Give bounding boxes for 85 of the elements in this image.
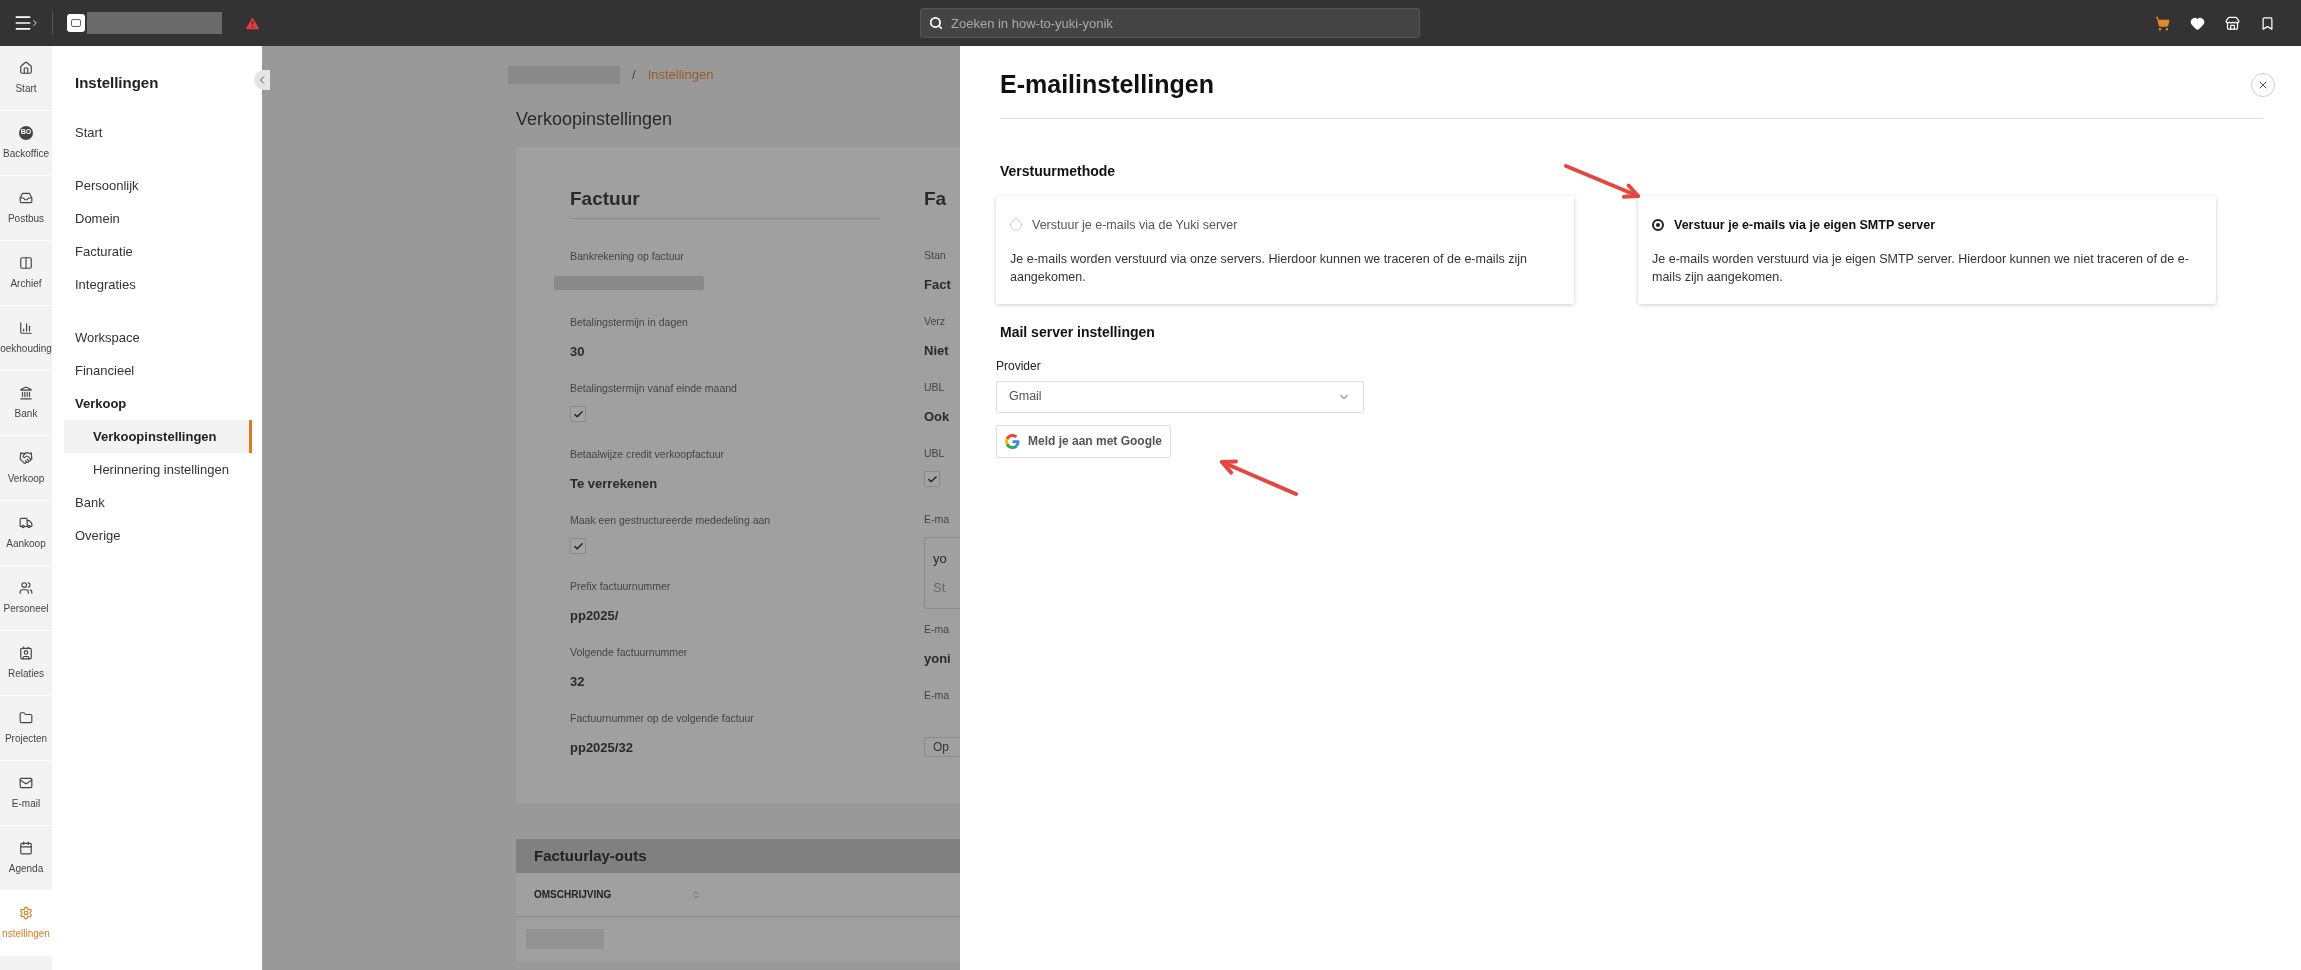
field-value: pp2025/32 <box>570 739 633 758</box>
field-value: 30 <box>570 343 585 362</box>
field-label: Bankrekening op factuur <box>570 248 684 264</box>
provider-select[interactable]: Gmail <box>996 380 1364 413</box>
inbox-icon <box>19 190 33 205</box>
cart-icon[interactable] <box>2155 15 2170 31</box>
sidebar-title: Instellingen <box>74 73 160 92</box>
bank-icon <box>19 385 33 400</box>
store-icon[interactable] <box>2225 15 2240 31</box>
search-field[interactable]: Zoeken in how-to-yuki-yonik <box>920 8 1420 38</box>
logo-icon <box>67 14 85 32</box>
settings-menu-item[interactable]: Integraties <box>52 268 262 301</box>
field-label: Betalingstermijn in dagen <box>570 314 688 330</box>
field-value: 32 <box>570 673 585 692</box>
field-label: UBL <box>924 445 945 461</box>
send-method-card[interactable]: Verstuur je e-mails via de Yuki server Je e-mails worden verstuurd via onze servers. Hierdoor kunnen we traceren of de e-mails zijn aangekomen. <box>996 195 1574 304</box>
field-label: Betaalwijze credit verkoopfactuur <box>570 446 725 462</box>
field-value: Ook <box>924 408 950 427</box>
field-value: Niet <box>924 342 949 361</box>
calendar-icon <box>19 840 33 855</box>
field-label: E-ma <box>924 511 950 527</box>
folder-icon <box>19 710 33 725</box>
page-title: Verkoopinstellingen <box>516 108 674 131</box>
field-label: Factuurnummer op de volgende factuur <box>570 710 754 726</box>
field-label: Volgende factuurnummer <box>570 644 688 660</box>
section-title: Mail server instellingen <box>1000 322 1155 342</box>
check-icon <box>572 408 584 420</box>
google-logo-icon <box>1005 433 1020 449</box>
checkbox[interactable] <box>570 538 586 555</box>
radio-button[interactable] <box>1652 218 1664 231</box>
settings-menu-item[interactable]: Start <box>52 116 262 149</box>
method-title: Verstuur je e-mails via je eigen SMTP server <box>1674 216 1935 234</box>
settings-menu-item[interactable]: Verkoop <box>52 387 262 420</box>
home-icon <box>19 60 33 75</box>
panel-title: E-mailinstellingen <box>1000 69 1214 100</box>
people-icon <box>19 580 33 595</box>
checkbox[interactable] <box>570 406 586 423</box>
truck-icon <box>19 515 33 530</box>
settings-menu-item[interactable]: Verkoopinstellingen <box>64 420 252 453</box>
warning-icon[interactable] <box>244 14 261 32</box>
method-description: Je e-mails worden verstuurd via onze servers. Hierdoor kunnen we traceren of de e-mails zijn aangekomen. <box>1010 251 1528 287</box>
handshake-icon <box>19 450 33 465</box>
field-label: Maak een gestructureerde mededeling aan <box>570 512 771 528</box>
bookmark-icon[interactable] <box>2260 15 2275 31</box>
field-label: Verz <box>924 313 945 329</box>
mail-icon <box>19 775 33 790</box>
settings-icon <box>19 905 33 920</box>
collapse-button[interactable] <box>254 70 270 90</box>
field-value: yoni <box>924 650 951 669</box>
check-icon <box>926 473 938 485</box>
breadcrumb-separator: / <box>632 66 636 85</box>
google-sign-in-button[interactable]: Meld je aan met Google <box>996 424 1172 458</box>
search-icon <box>929 16 943 30</box>
heart-icon[interactable] <box>2190 15 2205 31</box>
check-icon <box>572 540 584 552</box>
field-value: Fact <box>924 276 951 295</box>
field-value: pp2025/ <box>570 607 619 626</box>
settings-menu-item[interactable]: Overige <box>52 519 262 552</box>
settings-menu-item[interactable]: Bank <box>52 486 262 519</box>
field-label: UBL <box>924 379 945 395</box>
settings-menu-item[interactable]: Workspace <box>52 321 262 354</box>
checkbox[interactable] <box>924 471 940 488</box>
section-title: Verstuurmethode <box>1000 161 1116 181</box>
field-label: Provider <box>996 357 1041 375</box>
settings-menu-item[interactable]: Facturatie <box>52 235 262 268</box>
bar-chart-icon <box>19 320 33 335</box>
settings-menu-item[interactable]: Persoonlijk <box>52 169 262 202</box>
settings-menu-item[interactable]: Domein <box>52 202 262 235</box>
settings-menu-item[interactable]: Financieel <box>52 354 262 387</box>
contact-card-icon <box>19 645 33 660</box>
table-header: Factuurlay-outs <box>516 839 960 873</box>
field-value: Te verrekenen <box>570 475 658 494</box>
send-method-card[interactable]: Verstuur je e-mails via je eigen SMTP server Je e-mails worden verstuurd via je eigen SMTP server. Hierdoor kunnen we niet traceren of de e-mails zijn aangekomen. <box>1638 195 2216 304</box>
method-title: Verstuur je e-mails via de Yuki server <box>1032 216 1238 234</box>
field-label: E-ma <box>924 687 950 703</box>
method-description: Je e-mails worden verstuurd via je eigen SMTP server. Hierdoor kunnen we niet traceren of de e-mails zijn aangekomen. <box>1652 251 2190 287</box>
field-label: Prefix factuurnummer <box>570 578 671 594</box>
archive-icon <box>19 255 33 270</box>
section-heading: Factuur <box>570 185 880 219</box>
column-header[interactable]: OMSCHRIJVING <box>534 887 612 902</box>
field-label: E-ma <box>924 621 950 637</box>
field-label: Betalingstermijn vanaf einde maand <box>570 380 737 396</box>
settings-menu-item[interactable]: Herinnering instellingen <box>52 453 262 486</box>
field-label: Stan <box>924 247 946 263</box>
section-heading: Fa <box>924 187 948 211</box>
